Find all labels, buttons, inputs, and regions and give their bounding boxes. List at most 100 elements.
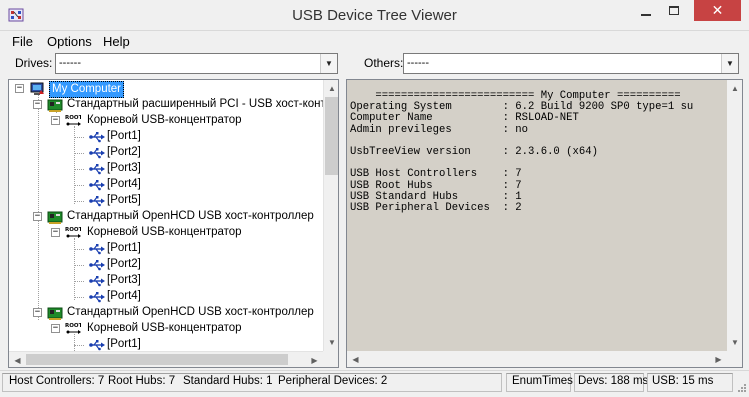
collapse-toggle[interactable]: − <box>33 212 42 221</box>
scroll-down-icon[interactable]: ▼ <box>324 334 338 351</box>
tree-label-port[interactable]: [Port1] <box>107 130 141 142</box>
tree-node-port[interactable]: [Port2] <box>9 145 309 161</box>
tree-node-port[interactable]: [Port2] <box>9 257 309 273</box>
scroll-left-icon[interactable]: ◀ <box>347 351 364 367</box>
scroll-up-icon[interactable]: ▲ <box>324 80 338 97</box>
pci-card-icon <box>47 307 63 320</box>
root-hub-icon: ROOT <box>65 227 81 238</box>
tree-label-port[interactable]: [Port4] <box>107 290 141 302</box>
status-standard-hubs: Standard Hubs: 1 <box>183 375 273 387</box>
drives-combo[interactable]: ------ ▼ <box>55 53 338 74</box>
usb-port-icon <box>89 132 105 143</box>
menu-options[interactable]: Options <box>47 34 92 49</box>
tree-label-port[interactable]: [Port5] <box>107 194 141 206</box>
scroll-right-icon[interactable]: ▶ <box>306 352 323 367</box>
close-button[interactable]: ✕ <box>694 0 741 21</box>
info-line: UsbTreeView version : 2.3.6.0 (x64) <box>350 145 598 158</box>
tree-label-port[interactable]: [Port1] <box>107 242 141 254</box>
others-value: ------ <box>407 57 429 69</box>
device-tree[interactable]: − My Computer − Стандартный расширенный P… <box>8 79 339 368</box>
tree-label-port[interactable]: [Port2] <box>107 258 141 270</box>
others-combo[interactable]: ------ ▼ <box>403 53 739 74</box>
status-bar: Host Controllers: 7 Root Hubs: 7 Standar… <box>0 370 749 397</box>
minimize-icon <box>641 13 651 16</box>
svg-text:ROOT: ROOT <box>65 115 81 121</box>
resize-grip-icon[interactable] <box>735 383 747 395</box>
info-line: USB Host Controllers : 7 <box>350 168 522 181</box>
root-hub-icon: ROOT <box>65 115 81 126</box>
tree-label-root[interactable]: My Computer <box>49 81 125 98</box>
info-text: ========================= My Computer ==… <box>350 90 693 214</box>
tree-label-port[interactable]: [Port2] <box>107 146 141 158</box>
tree-node-port[interactable]: [Port1] <box>9 241 309 257</box>
usb-port-icon <box>89 292 105 303</box>
tree-node-controller[interactable]: − Стандартный расширенный PCI - USB хост-… <box>9 97 323 113</box>
tree-label-port[interactable]: [Port3] <box>107 274 141 286</box>
scroll-thumb[interactable] <box>325 97 338 175</box>
tree-label-controller[interactable]: Стандартный OpenHCD USB хост-контроллер <box>67 306 314 318</box>
tree-label-port[interactable]: [Port3] <box>107 162 141 174</box>
root-hub-icon: ROOT <box>65 323 81 334</box>
info-line: Computer Name : RSLOAD-NET <box>350 112 579 125</box>
tree-horizontal-scrollbar[interactable]: ◀ ▶ <box>9 351 323 367</box>
usb-port-icon <box>89 196 105 207</box>
tree-node-root-hub[interactable]: − ROOT Корневой USB-концентратор <box>9 113 309 129</box>
scroll-thumb[interactable] <box>26 354 288 365</box>
tree-node-controller[interactable]: − Стандартный OpenHCD USB хост-контроллер <box>9 209 314 225</box>
svg-text:ROOT: ROOT <box>65 323 81 329</box>
tree-node-root-hub[interactable]: − ROOT Корневой USB-концентратор <box>9 225 309 241</box>
info-horizontal-scrollbar[interactable]: ◀ ▶ <box>347 351 727 367</box>
tree-label-root-hub[interactable]: Корневой USB-концентратор <box>87 322 242 334</box>
scrollbar-corner <box>323 351 338 367</box>
tree-label-port[interactable]: [Port1] <box>107 338 141 350</box>
tree-node-port[interactable]: [Port5] <box>9 193 309 209</box>
info-line: USB Root Hubs : 7 <box>350 179 522 192</box>
usb-port-icon <box>89 180 105 191</box>
usb-port-icon <box>89 260 105 271</box>
tree-vertical-scrollbar[interactable]: ▲ ▼ <box>323 80 338 351</box>
scrollbar-corner <box>727 351 742 367</box>
maximize-button[interactable] <box>660 0 688 21</box>
collapse-toggle[interactable]: − <box>15 84 24 93</box>
tree-node-port[interactable]: [Port3] <box>9 161 309 177</box>
info-panel[interactable]: ========================= My Computer ==… <box>346 79 743 368</box>
tree-label-root-hub[interactable]: Корневой USB-концентратор <box>87 226 242 238</box>
tree-node-port[interactable]: [Port3] <box>9 273 309 289</box>
status-peripheral-devices: Peripheral Devices: 2 <box>278 375 388 387</box>
minimize-button[interactable] <box>632 0 660 21</box>
info-vertical-scrollbar[interactable]: ▲ ▼ <box>727 80 742 351</box>
collapse-toggle[interactable]: − <box>33 100 42 109</box>
info-line: USB Peripheral Devices : 2 <box>350 201 522 214</box>
scroll-left-icon[interactable]: ◀ <box>9 352 26 367</box>
tree-node-controller[interactable]: − Стандартный OpenHCD USB хост-контроллер <box>9 305 314 321</box>
collapse-toggle[interactable]: − <box>33 308 42 317</box>
tree-node-port[interactable]: [Port1] <box>9 129 309 145</box>
scroll-up-icon[interactable]: ▲ <box>727 80 742 97</box>
drives-label: Drives: <box>15 56 53 70</box>
chevron-down-icon[interactable]: ▼ <box>320 54 337 73</box>
tree-label-port[interactable]: [Port4] <box>107 178 141 190</box>
collapse-toggle[interactable]: − <box>51 324 60 333</box>
tree-node-port[interactable]: [Port4] <box>9 177 309 193</box>
chevron-down-icon[interactable]: ▼ <box>721 54 738 73</box>
tree-node-port[interactable]: [Port1] <box>9 337 309 351</box>
tree-node-root-hub[interactable]: − ROOT Корневой USB-концентратор <box>9 321 309 337</box>
tree-label-controller[interactable]: Стандартный OpenHCD USB хост-контроллер <box>67 210 314 222</box>
drives-value: ------ <box>59 57 81 69</box>
status-host-controllers: Host Controllers: 7 <box>9 375 105 387</box>
tree-label-controller[interactable]: Стандартный расширенный PCI - USB хост-к… <box>67 98 323 110</box>
menu-file[interactable]: File <box>12 34 33 49</box>
tree-node-root[interactable]: − My Computer <box>9 81 309 98</box>
tree-node-port[interactable]: [Port4] <box>9 289 309 305</box>
info-line: Admin previleges : no <box>350 123 529 136</box>
scroll-right-icon[interactable]: ▶ <box>710 351 727 367</box>
collapse-toggle[interactable]: − <box>51 116 60 125</box>
collapse-toggle[interactable]: − <box>51 228 60 237</box>
close-icon: ✕ <box>711 2 724 19</box>
pci-card-icon <box>47 99 63 112</box>
scroll-down-icon[interactable]: ▼ <box>727 334 742 351</box>
pci-card-icon <box>47 211 63 224</box>
tree-label-root-hub[interactable]: Корневой USB-концентратор <box>87 114 242 126</box>
menu-help[interactable]: Help <box>103 34 130 49</box>
menu-bar: File Options Help <box>0 31 749 51</box>
